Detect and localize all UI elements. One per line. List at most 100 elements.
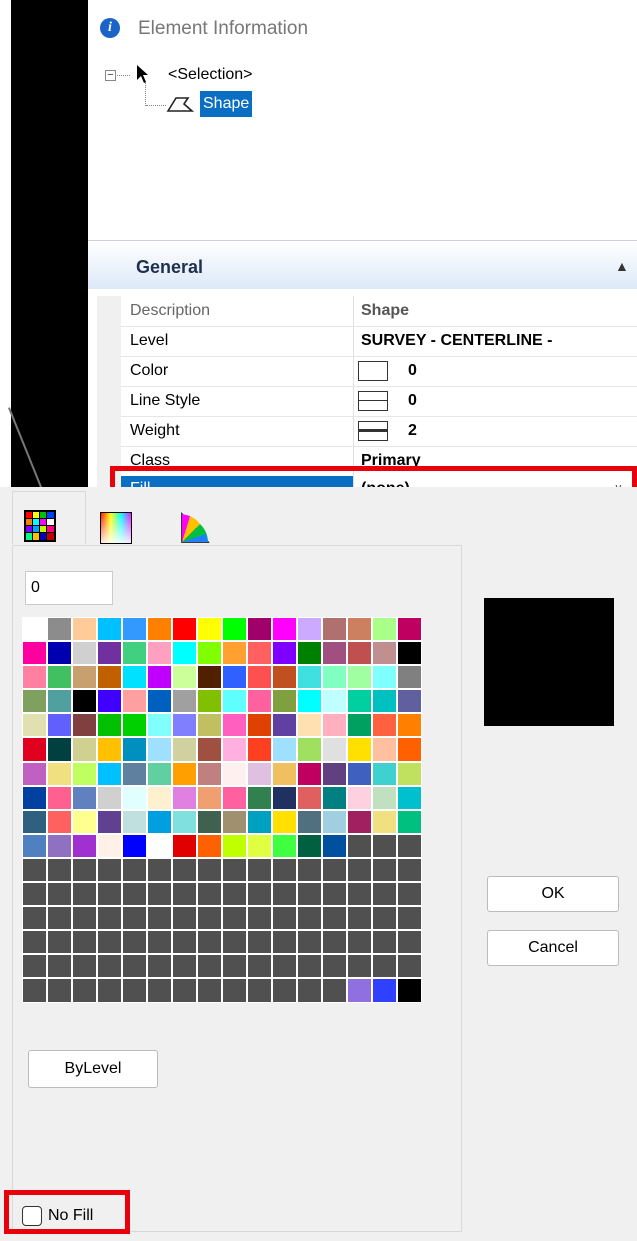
palette-cell[interactable] <box>222 665 247 690</box>
palette-cell[interactable] <box>122 954 147 979</box>
palette-cell[interactable] <box>247 978 272 1003</box>
palette-cell[interactable] <box>222 978 247 1003</box>
palette-cell[interactable] <box>297 906 322 931</box>
palette-cell[interactable] <box>122 809 147 834</box>
palette-cell[interactable] <box>122 978 147 1003</box>
palette-cell[interactable] <box>97 833 122 858</box>
palette-cell[interactable] <box>172 617 197 642</box>
prop-value-weight[interactable]: 2 <box>408 422 417 440</box>
palette-cell[interactable] <box>397 882 422 907</box>
palette-cell[interactable] <box>47 785 72 810</box>
palette-cell[interactable] <box>97 617 122 642</box>
palette-cell[interactable] <box>397 713 422 738</box>
palette-cell[interactable] <box>197 617 222 642</box>
palette-cell[interactable] <box>197 882 222 907</box>
palette-cell[interactable] <box>197 833 222 858</box>
palette-cell[interactable] <box>247 665 272 690</box>
palette-cell[interactable] <box>72 930 97 955</box>
palette-cell[interactable] <box>147 713 172 738</box>
palette-cell[interactable] <box>397 857 422 883</box>
palette-cell[interactable] <box>297 689 322 714</box>
palette-cell[interactable] <box>97 689 122 714</box>
prop-value-color[interactable]: 0 <box>408 362 417 380</box>
palette-cell[interactable] <box>172 882 197 907</box>
palette-cell[interactable] <box>397 689 422 714</box>
palette-cell[interactable] <box>347 713 372 738</box>
palette-cell[interactable] <box>147 857 172 883</box>
palette-cell[interactable] <box>247 954 272 979</box>
palette-cell[interactable] <box>297 978 322 1003</box>
palette-cell[interactable] <box>397 761 422 786</box>
cancel-button[interactable]: Cancel <box>487 930 619 966</box>
palette-cell[interactable] <box>322 665 347 690</box>
palette-cell[interactable] <box>247 857 272 883</box>
palette-cell[interactable] <box>272 857 297 883</box>
palette-cell[interactable] <box>397 641 422 666</box>
palette-cell[interactable] <box>197 906 222 931</box>
palette-cell[interactable] <box>347 617 372 642</box>
palette-cell[interactable] <box>272 906 297 931</box>
palette-cell[interactable] <box>122 857 147 883</box>
palette-cell[interactable] <box>22 809 47 834</box>
palette-cell[interactable] <box>22 954 47 979</box>
palette-cell[interactable] <box>147 833 172 858</box>
palette-cell[interactable] <box>347 809 372 834</box>
palette-cell[interactable] <box>397 954 422 979</box>
palette-cell[interactable] <box>297 737 322 762</box>
palette-cell[interactable] <box>47 857 72 883</box>
palette-cell[interactable] <box>72 713 97 738</box>
palette-cell[interactable] <box>222 857 247 883</box>
palette-cell[interactable] <box>372 833 397 858</box>
palette-cell[interactable] <box>397 617 422 642</box>
palette-cell[interactable] <box>97 665 122 690</box>
palette-cell[interactable] <box>297 785 322 810</box>
palette-cell[interactable] <box>72 617 97 642</box>
palette-cell[interactable] <box>147 809 172 834</box>
palette-cell[interactable] <box>47 689 72 714</box>
palette-cell[interactable] <box>372 954 397 979</box>
palette-cell[interactable] <box>47 641 72 666</box>
prop-value-level[interactable]: SURVEY - CENTERLINE - <box>361 332 552 350</box>
palette-cell[interactable] <box>97 809 122 834</box>
palette-cell[interactable] <box>22 665 47 690</box>
palette-cell[interactable] <box>322 713 347 738</box>
palette-cell[interactable] <box>22 713 47 738</box>
palette-cell[interactable] <box>97 785 122 810</box>
ok-button[interactable]: OK <box>487 876 619 912</box>
palette-cell[interactable] <box>172 737 197 762</box>
palette-cell[interactable] <box>372 737 397 762</box>
palette-cell[interactable] <box>72 737 97 762</box>
palette-cell[interactable] <box>122 882 147 907</box>
palette-cell[interactable] <box>247 882 272 907</box>
collapse-caret-icon[interactable]: ▲ <box>615 258 629 274</box>
palette-cell[interactable] <box>172 978 197 1003</box>
palette-cell[interactable] <box>322 833 347 858</box>
palette-cell[interactable] <box>172 665 197 690</box>
no-fill-label[interactable]: No Fill <box>48 1207 93 1225</box>
palette-cell[interactable] <box>397 978 422 1003</box>
palette-cell[interactable] <box>147 978 172 1003</box>
palette-cell[interactable] <box>122 665 147 690</box>
palette-cell[interactable] <box>397 930 422 955</box>
palette-cell[interactable] <box>347 761 372 786</box>
palette-cell[interactable] <box>372 761 397 786</box>
palette-cell[interactable] <box>172 833 197 858</box>
palette-cell[interactable] <box>72 665 97 690</box>
palette-cell[interactable] <box>347 882 372 907</box>
palette-cell[interactable] <box>272 665 297 690</box>
palette-cell[interactable] <box>147 785 172 810</box>
palette-cell[interactable] <box>272 954 297 979</box>
palette-cell[interactable] <box>97 857 122 883</box>
palette-cell[interactable] <box>72 689 97 714</box>
palette-cell[interactable] <box>72 833 97 858</box>
palette-cell[interactable] <box>97 641 122 666</box>
tree-item-selection[interactable]: <Selection> <box>168 66 253 84</box>
palette-cell[interactable] <box>347 978 372 1003</box>
palette-cell[interactable] <box>297 617 322 642</box>
palette-cell[interactable] <box>72 785 97 810</box>
palette-cell[interactable] <box>72 882 97 907</box>
palette-cell[interactable] <box>347 833 372 858</box>
palette-cell[interactable] <box>122 617 147 642</box>
palette-cell[interactable] <box>247 809 272 834</box>
tree-item-shape[interactable]: Shape <box>200 91 253 117</box>
